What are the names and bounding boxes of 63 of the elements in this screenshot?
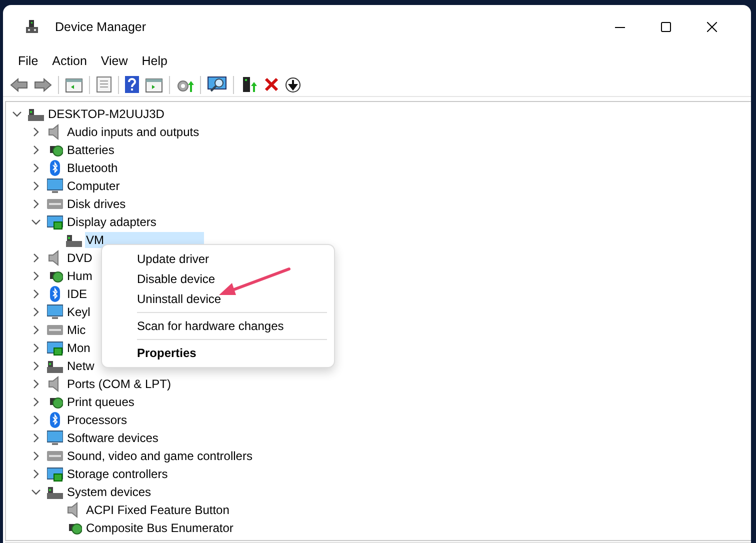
menu-item[interactable]: View — [94, 52, 135, 70]
tree-item[interactable]: Mon — [66, 340, 92, 356]
tree-item[interactable]: Netw — [66, 358, 96, 374]
device-icon — [47, 466, 63, 482]
help-icon[interactable] — [125, 76, 139, 93]
tree-item[interactable]: Composite Bus Enumerator — [85, 520, 234, 536]
device-add-icon[interactable] — [240, 76, 258, 93]
menu-item[interactable]: Scan for hardware changes — [109, 316, 327, 336]
minimize-icon[interactable] — [615, 26, 625, 28]
maximize-icon[interactable] — [661, 22, 671, 32]
tree-item[interactable]: Disk drives — [66, 196, 127, 212]
menu-item[interactable]: Update driver — [109, 249, 327, 269]
menu-item[interactable]: Properties — [109, 343, 327, 363]
close-icon[interactable] — [707, 22, 717, 32]
tree-item[interactable]: IDE — [66, 286, 88, 302]
tree-item[interactable]: Audio inputs and outputs — [66, 124, 200, 140]
device-icon — [47, 214, 63, 230]
forward-icon[interactable] — [34, 78, 52, 92]
device-icon — [47, 322, 63, 338]
device-icon — [47, 358, 63, 374]
window-icon[interactable] — [145, 76, 163, 92]
menu-item[interactable]: File — [11, 52, 46, 70]
menu-item[interactable]: Disable device — [109, 269, 327, 289]
device-icon — [47, 484, 63, 500]
tree-item[interactable]: Software devices — [66, 430, 160, 446]
device-manager-icon — [25, 20, 39, 34]
device-icon — [47, 412, 63, 428]
tree-item[interactable]: Print queues — [66, 394, 136, 410]
tree-item[interactable]: Hum — [66, 268, 94, 284]
device-icon — [66, 232, 82, 248]
tree-item[interactable]: Display adapters — [66, 214, 158, 230]
tree-item[interactable]: Computer — [66, 178, 121, 194]
device-icon — [47, 178, 63, 194]
tree-item[interactable]: Ports (COM & LPT) — [66, 376, 172, 392]
tree-item[interactable]: Bluetooth — [66, 160, 119, 176]
device-icon — [28, 106, 44, 122]
tree-item[interactable]: Mic — [66, 322, 87, 338]
tree-item[interactable]: Keyl — [66, 304, 92, 320]
device-icon — [47, 340, 63, 356]
tree-item[interactable]: DVD — [66, 250, 94, 266]
menu-item[interactable]: Help — [134, 52, 174, 70]
download-icon[interactable] — [285, 76, 301, 92]
window-title: Device Manager — [55, 18, 146, 36]
tree-item[interactable]: Sound, video and game controllers — [66, 448, 254, 464]
tree-item[interactable]: ACPI Fixed Feature Button — [85, 502, 230, 518]
menu-item[interactable]: Uninstall device — [109, 289, 327, 309]
back-icon[interactable] — [10, 78, 28, 92]
tree-item[interactable]: Batteries — [66, 142, 116, 158]
device-icon — [47, 286, 63, 302]
properties-icon[interactable] — [96, 76, 112, 93]
tree-item[interactable]: Storage controllers — [66, 466, 169, 482]
monitor-search-icon[interactable] — [207, 76, 227, 93]
device-icon — [47, 196, 63, 212]
tree-item[interactable]: Processors — [66, 412, 128, 428]
window-icon[interactable] — [65, 76, 83, 92]
tree-item[interactable]: System devices — [66, 484, 152, 500]
device-icon — [47, 160, 63, 176]
device-icon — [47, 304, 63, 320]
delete-icon[interactable] — [264, 77, 279, 92]
device-icon — [47, 430, 63, 446]
menu-item[interactable]: Action — [45, 52, 94, 70]
tree-item[interactable]: DESKTOP-M2UUJ3D — [47, 106, 166, 122]
device-icon — [47, 448, 63, 464]
